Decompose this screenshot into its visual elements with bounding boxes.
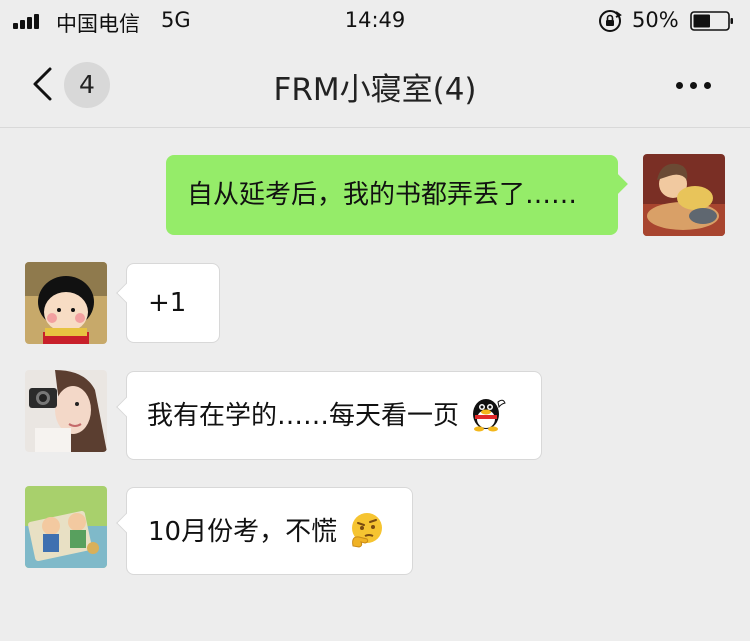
rotation-lock-icon xyxy=(599,10,622,32)
avatar-member[interactable] xyxy=(25,370,107,452)
avatar-member[interactable] xyxy=(25,486,107,568)
more-dots-icon xyxy=(676,82,683,89)
avatar-self[interactable] xyxy=(643,154,725,236)
message-text: 10月份考，不慌 xyxy=(148,517,338,547)
status-bar: 中国电信 5G 14:49 50% xyxy=(0,0,750,44)
thinking-face-emoji xyxy=(352,512,383,548)
more-options-button[interactable] xyxy=(668,68,720,102)
qq-penguin-emoji xyxy=(473,398,506,431)
chat-header: 4 FRM小寝室(4) xyxy=(0,44,750,128)
message-bubble-outgoing[interactable]: 自从延考后，我的书都弄丢了…… xyxy=(166,155,628,235)
chat-title: FRM小寝室(4) xyxy=(273,72,477,108)
battery-percentage: 50% xyxy=(632,8,679,32)
avatar-member[interactable] xyxy=(25,262,107,344)
battery-icon xyxy=(690,11,733,31)
message-bubble-incoming[interactable]: 10月份考，不慌 xyxy=(116,487,413,575)
message-text: 自从延考后，我的书都弄丢了…… xyxy=(187,180,578,210)
message-text: 我有在学的……每天看一页 xyxy=(147,401,460,431)
message-bubble-incoming[interactable]: +1 xyxy=(116,263,220,343)
message-text: +1 xyxy=(148,288,187,318)
message-bubble-incoming[interactable]: 我有在学的……每天看一页 xyxy=(116,371,542,460)
